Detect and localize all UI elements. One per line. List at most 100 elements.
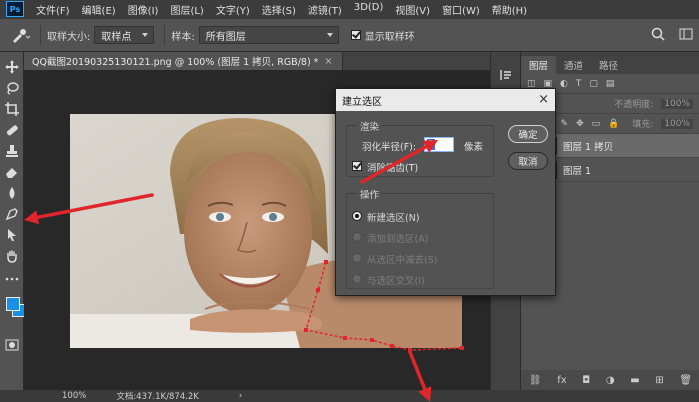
operation-label[interactable]: 新建选区(N) <box>367 210 420 224</box>
history-icon[interactable] <box>499 68 513 82</box>
menu-bar: Ps 文件(F) 编辑(E) 图像(I) 图层(L) 文字(Y) 选择(S) 滤镜(T) 3D… <box>0 0 699 18</box>
move-tool[interactable] <box>3 58 21 76</box>
crop-tool[interactable] <box>3 100 21 118</box>
path-select-icon <box>8 229 16 241</box>
make-selection-dialog: 建立选区 × 渲染 羽化半径(F): 2 像素 消除锯齿(T) 操作 新建选区(… <box>335 88 556 296</box>
status-bar: 100% 文档:437.1K/874.2K › <box>0 390 699 402</box>
operation-label: 从选区中减去(S) <box>367 255 438 266</box>
adjust-filter-icon[interactable]: ◐ <box>560 79 568 89</box>
shape-filter-icon[interactable]: ▢ <box>589 79 598 89</box>
sample-select[interactable]: 所有图层 <box>198 26 339 44</box>
zoom-level[interactable]: 100% <box>62 391 86 401</box>
status-arrow[interactable]: › <box>239 391 242 401</box>
tab-paths[interactable]: 路径 <box>591 56 626 74</box>
link-layers-icon[interactable]: ⛓ <box>529 375 542 386</box>
document-info: 文档:437.1K/874.2K <box>116 392 199 402</box>
antialias-checkbox[interactable] <box>352 161 362 171</box>
sample-size-label: 取样大小: <box>47 31 91 43</box>
document-tab-title: QQ截图20190325130121.png @ 100% (图层 1 拷贝, … <box>32 57 319 68</box>
options-right <box>651 27 693 41</box>
options-bar: 取样大小: 取样点 样本: 所有图层 显示取样环 <box>0 18 699 52</box>
eraser-tool[interactable] <box>3 163 21 181</box>
blur-icon <box>9 187 15 199</box>
lock-position-icon[interactable]: ✥ <box>576 119 584 129</box>
pen-icon <box>5 208 18 221</box>
menu-item[interactable]: 文字(Y) <box>210 2 256 17</box>
stamp-icon <box>6 145 18 157</box>
operation-radio <box>352 253 362 263</box>
tools-panel <box>0 52 25 392</box>
foreground-color-swatch[interactable] <box>6 297 20 311</box>
menu-item[interactable]: 视图(V) <box>389 2 436 17</box>
lock-paint-icon[interactable]: ✎ <box>561 119 569 129</box>
group-folder-icon[interactable]: ▬ <box>630 375 639 386</box>
lasso-icon <box>7 82 19 95</box>
document-tabs: QQ截图20190325130121.png @ 100% (图层 1 拷贝, … <box>24 52 490 70</box>
menu-item[interactable]: 选择(S) <box>256 2 302 17</box>
menu-item[interactable]: 窗口(W) <box>436 2 486 17</box>
close-icon[interactable]: × <box>538 92 549 107</box>
sample-size-value: 取样点 <box>101 31 132 43</box>
menu-item[interactable]: 帮助(H) <box>486 2 533 17</box>
new-layer-icon[interactable]: ⊞ <box>655 375 663 386</box>
smart-filter-icon[interactable]: ▤ <box>606 79 615 89</box>
antialias-label[interactable]: 消除锯齿(T) <box>367 160 418 174</box>
healing-tool[interactable] <box>3 121 21 139</box>
opacity-label: 不透明度: <box>614 100 654 110</box>
layer-name: 图层 1 <box>563 165 592 177</box>
fill-value[interactable]: 100% <box>661 118 693 129</box>
type-filter-icon[interactable]: T <box>576 79 582 89</box>
lasso-tool[interactable] <box>3 79 21 97</box>
menu-item[interactable]: 图像(I) <box>122 2 165 17</box>
feather-radius-input[interactable]: 2 <box>424 137 454 152</box>
lock-all-icon[interactable]: 🔒 <box>608 119 619 129</box>
close-icon[interactable]: × <box>324 56 332 67</box>
crop-icon <box>5 102 19 116</box>
workspace-icon[interactable] <box>679 27 693 41</box>
menu-item[interactable]: 滤镜(T) <box>302 2 348 17</box>
hand-icon <box>7 250 17 263</box>
document-tab[interactable]: QQ截图20190325130121.png @ 100% (图层 1 拷贝, … <box>24 52 344 70</box>
stamp-tool[interactable] <box>3 142 21 160</box>
sample-value: 所有图层 <box>205 31 246 43</box>
menu-item[interactable]: 文件(F) <box>30 2 76 17</box>
filter-kind-icon[interactable]: ◫ <box>527 79 536 89</box>
search-icon[interactable] <box>651 27 665 41</box>
menu-item[interactable]: 编辑(E) <box>76 2 122 17</box>
image-filter-icon[interactable]: ▣ <box>544 79 553 89</box>
quick-mask-button[interactable] <box>3 336 21 354</box>
operation-group-label: 操作 <box>357 187 383 201</box>
trash-icon[interactable]: 🗑 <box>679 375 692 386</box>
layers-panel-footer: ⛓ fx ◘ ◑ ▬ ⊞ 🗑 <box>521 370 699 390</box>
show-ring-checkbox[interactable] <box>350 30 361 40</box>
pen-tool[interactable] <box>3 205 21 223</box>
operation-radio[interactable] <box>352 211 362 221</box>
eyedropper-icon <box>13 29 30 43</box>
opacity-value[interactable]: 100% <box>661 98 693 109</box>
lock-artboard-icon[interactable]: ▭ <box>592 119 601 129</box>
sample-label: 样本: <box>171 31 195 43</box>
photoshop-logo: Ps <box>6 1 24 17</box>
render-group-label: 渲染 <box>357 119 383 133</box>
menu-item[interactable]: 3D(D) <box>348 2 390 17</box>
path-select-tool[interactable] <box>3 226 21 244</box>
operation-radio <box>352 232 362 242</box>
sample-size-select[interactable]: 取样点 <box>94 26 155 44</box>
tab-layers[interactable]: 图层 <box>521 56 557 74</box>
tab-channels[interactable]: 通道 <box>556 56 591 74</box>
more-icon <box>5 277 19 281</box>
cancel-button[interactable]: 取消 <box>508 152 548 170</box>
layer-name: 图层 1 拷贝 <box>563 141 614 153</box>
menu-item[interactable]: 图层(L) <box>164 2 209 17</box>
healing-icon <box>6 125 18 136</box>
hand-tool[interactable] <box>3 247 21 265</box>
eyedropper-tool-preset[interactable] <box>6 24 34 46</box>
more-tools[interactable] <box>3 270 21 288</box>
adjustment-icon[interactable]: ◑ <box>606 375 615 386</box>
move-icon <box>5 60 19 74</box>
ok-button[interactable]: 确定 <box>508 125 548 143</box>
mask-icon[interactable]: ◘ <box>582 375 590 386</box>
blur-tool[interactable] <box>3 184 21 202</box>
dialog-title: 建立选区 <box>342 96 382 108</box>
fx-icon[interactable]: fx <box>557 375 566 386</box>
